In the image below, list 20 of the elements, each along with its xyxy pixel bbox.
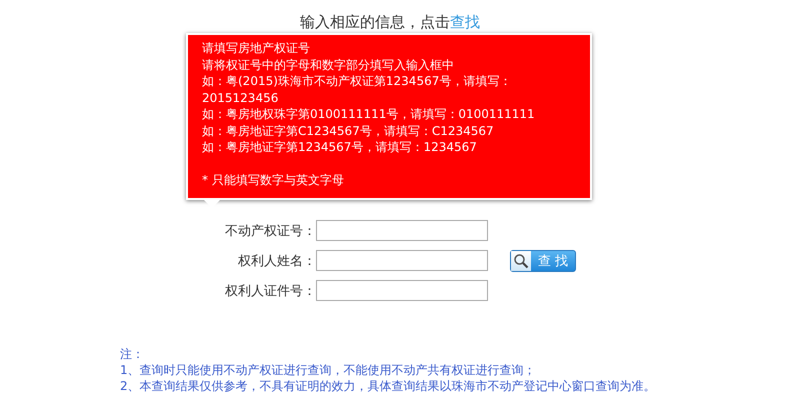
field-label: 权利人证件号： <box>224 282 316 300</box>
hint-line: 如：粤(2015)珠海市不动产权证第1234567号，请填写：2015123456 <box>202 73 512 106</box>
hint-line: 请填写房地产权证号 <box>202 40 311 56</box>
search-icon <box>511 250 531 270</box>
note-text: 2、本查询结果仅供参考，不具有证明的效力，具体查询结果以珠海市不动产登记中心窗口查询为准。 <box>120 378 657 394</box>
note-text: 1、查询时只能使用不动产权证进行查询，不能使用不动产共有权证进行查询； <box>120 362 537 378</box>
field-label: 不动产权证号： <box>224 222 316 240</box>
hint-line: 请将权证号中的字母和数字部分填写入输入框中 <box>202 56 455 73</box>
field-label: 权利人姓名： <box>237 252 316 270</box>
hint-line: 如：粤房地证字第C1234567号，请填写：C1234567 <box>202 122 495 139</box>
input-field[interactable] <box>316 280 488 301</box>
input-field[interactable] <box>316 220 488 241</box>
hint-line: 如：粤房地证字第1234567号，请填写：1234567 <box>202 139 478 156</box>
heading: 输入相应的信息，点击查找 <box>299 12 481 33</box>
search-link[interactable]: 查找 <box>450 13 480 31</box>
hint-note: * 只能填写数字与英文字母 <box>202 172 345 188</box>
search-button[interactable]: 查 找 <box>510 250 576 272</box>
note-text: 注： <box>120 346 145 362</box>
input-field[interactable] <box>316 250 488 271</box>
hint-line: 如：粤房地权珠字第0100111111号，请填写：0100111111 <box>202 106 536 122</box>
